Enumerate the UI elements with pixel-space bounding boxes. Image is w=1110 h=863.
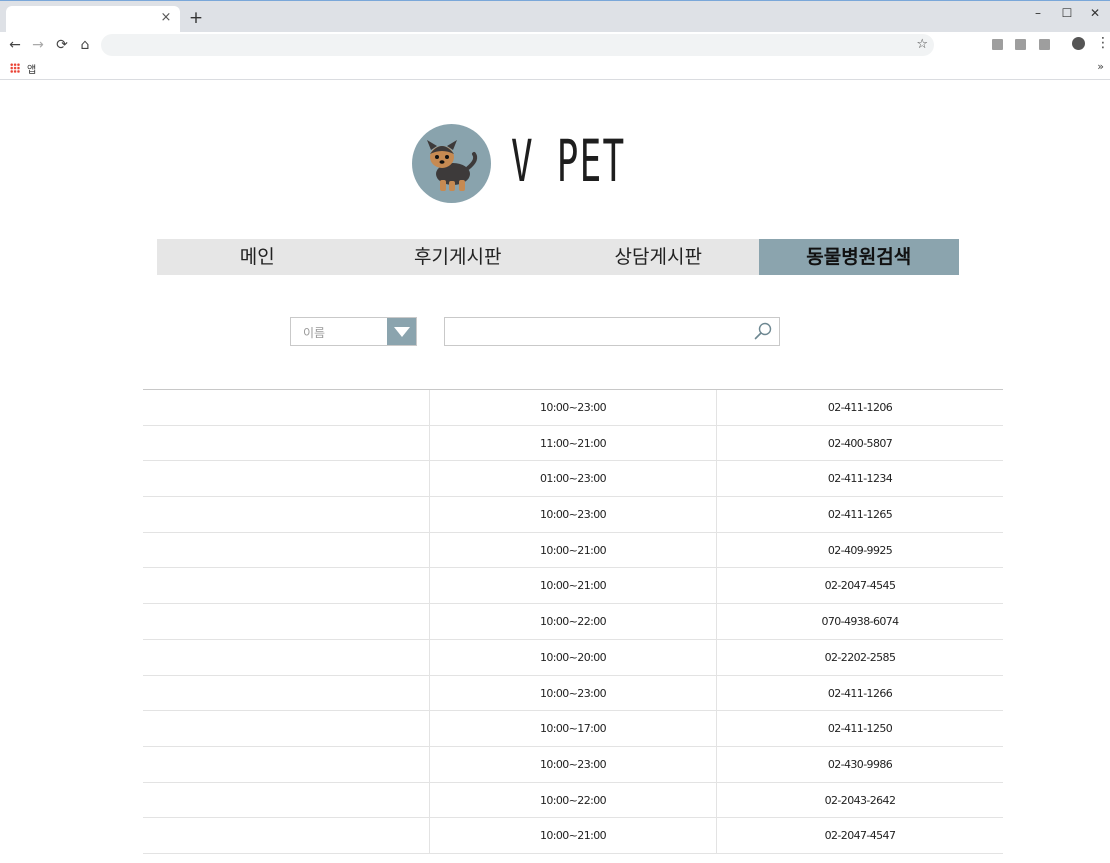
bookmark-star-icon[interactable]: ☆: [916, 36, 928, 54]
cell-name: [143, 604, 429, 639]
cell-name: [143, 818, 429, 853]
cell-name: [143, 783, 429, 818]
cell-phone: 02-2202-2585: [716, 639, 1003, 675]
window-close-icon[interactable]: ✕: [1080, 5, 1110, 21]
browser-tabstrip: × + – ☐ ✕: [0, 0, 1110, 33]
cell-hours: 10:00~20:00: [429, 639, 716, 675]
table-row[interactable]: 10:00~23:00 02-430-9986: [143, 746, 1003, 783]
cell-name: [143, 461, 429, 496]
reload-icon[interactable]: ⟳: [53, 36, 71, 54]
table-row[interactable]: 10:00~21:00 02-2047-4545: [143, 568, 1003, 605]
cell-phone: 02-411-1234: [716, 461, 1003, 497]
nav-item-consult-board[interactable]: 상담게시판: [558, 239, 759, 275]
cell-hours: 10:00~21:00: [429, 568, 716, 604]
bookmarks-bar: 앱 »: [0, 58, 1110, 80]
profile-icon[interactable]: [1072, 37, 1085, 50]
search-input[interactable]: [444, 317, 780, 346]
tab-close-icon[interactable]: ×: [158, 10, 174, 26]
cell-hours: 10:00~17:00: [429, 711, 716, 746]
cell-name: [143, 497, 429, 532]
cell-phone: 02-2047-4547: [716, 818, 1003, 853]
table-row[interactable]: 10:00~22:00 02-2043-2642: [143, 782, 1003, 819]
maximize-icon[interactable]: ☐: [1052, 5, 1082, 21]
table-row[interactable]: 10:00~17:00 02-411-1250: [143, 711, 1003, 747]
table-row[interactable]: 10:00~23:00 02-411-1206: [143, 390, 1003, 426]
table-row[interactable]: 10:00~23:00 02-411-1266: [143, 675, 1003, 712]
cell-hours: 01:00~23:00: [429, 461, 716, 497]
table-row[interactable]: 11:00~21:00 02-400-5807: [143, 425, 1003, 462]
cell-hours: 10:00~22:00: [429, 782, 716, 818]
cell-hours: 10:00~22:00: [429, 604, 716, 639]
back-icon[interactable]: ←: [6, 36, 24, 54]
new-tab-icon[interactable]: +: [187, 9, 205, 27]
dropdown-arrow-icon[interactable]: [387, 318, 416, 345]
cell-hours: 11:00~21:00: [429, 425, 716, 461]
cell-phone: 02-2047-4545: [716, 568, 1003, 604]
table-row[interactable]: 10:00~22:00 070-4938-6074: [143, 604, 1003, 640]
cell-phone: 02-400-5807: [716, 425, 1003, 461]
cell-hours: 10:00~23:00: [429, 746, 716, 782]
browser-menu-icon[interactable]: ⋮: [1096, 34, 1110, 52]
table-row[interactable]: 10:00~21:00 02-409-9925: [143, 532, 1003, 569]
cell-phone: 02-430-9986: [716, 746, 1003, 782]
cell-phone: 02-411-1266: [716, 675, 1003, 711]
cell-name: [143, 390, 429, 425]
extension-icon[interactable]: [1015, 39, 1026, 50]
cell-name: [143, 533, 429, 568]
table-row[interactable]: 10:00~21:00 02-2047-4547: [143, 818, 1003, 854]
nav-item-review-board[interactable]: 후기게시판: [358, 239, 559, 275]
cell-phone: 02-2043-2642: [716, 782, 1003, 818]
table-row[interactable]: 01:00~23:00 02-411-1234: [143, 461, 1003, 498]
main-navigation: 메인 후기게시판 상담게시판 동물병원검색: [157, 239, 959, 275]
cell-phone: 02-411-1250: [716, 711, 1003, 746]
forward-icon[interactable]: →: [29, 36, 47, 54]
cell-name: [143, 676, 429, 711]
nav-item-hospital-search[interactable]: 동물병원검색: [758, 239, 959, 275]
cell-phone: 02-411-1206: [716, 390, 1003, 425]
cell-name: [143, 747, 429, 782]
cell-name: [143, 426, 429, 461]
cell-phone: 02-409-9925: [716, 532, 1003, 568]
browser-toolbar: ← → ⟳ ⌂ ☆ ⋮: [0, 32, 1110, 58]
apps-label[interactable]: 앱: [27, 61, 36, 76]
cell-name: [143, 640, 429, 675]
cell-name: [143, 568, 429, 603]
search-icon[interactable]: [753, 321, 773, 341]
table-row[interactable]: 10:00~23:00 02-411-1265: [143, 497, 1003, 533]
browser-tab[interactable]: ×: [6, 6, 180, 33]
apps-grid-icon[interactable]: [10, 63, 20, 73]
logo-text: V PET: [511, 127, 626, 195]
cell-name: [143, 711, 429, 746]
hospital-table: 10:00~23:00 02-411-1206 11:00~21:00 02-400-…: [143, 389, 1003, 854]
cell-hours: 10:00~21:00: [429, 532, 716, 568]
extension-icon[interactable]: [992, 39, 1003, 50]
nav-item-main[interactable]: 메인: [157, 239, 358, 275]
cell-phone: 070-4938-6074: [716, 604, 1003, 639]
site-logo[interactable]: V PET: [412, 124, 624, 204]
minimize-icon[interactable]: –: [1023, 5, 1053, 21]
cell-hours: 10:00~23:00: [429, 390, 716, 425]
table-row[interactable]: 10:00~20:00 02-2202-2585: [143, 639, 1003, 676]
extension-icon[interactable]: [1039, 39, 1050, 50]
home-icon[interactable]: ⌂: [76, 36, 94, 54]
cell-hours: 10:00~23:00: [429, 675, 716, 711]
dog-logo-icon: [412, 124, 491, 203]
search-type-value: 이름: [303, 326, 326, 340]
search-type-select[interactable]: 이름: [290, 317, 417, 346]
bookmarks-overflow-icon[interactable]: »: [1097, 60, 1104, 73]
cell-hours: 10:00~23:00: [429, 497, 716, 532]
cell-hours: 10:00~21:00: [429, 818, 716, 853]
cell-phone: 02-411-1265: [716, 497, 1003, 532]
address-bar[interactable]: ☆: [101, 34, 934, 56]
